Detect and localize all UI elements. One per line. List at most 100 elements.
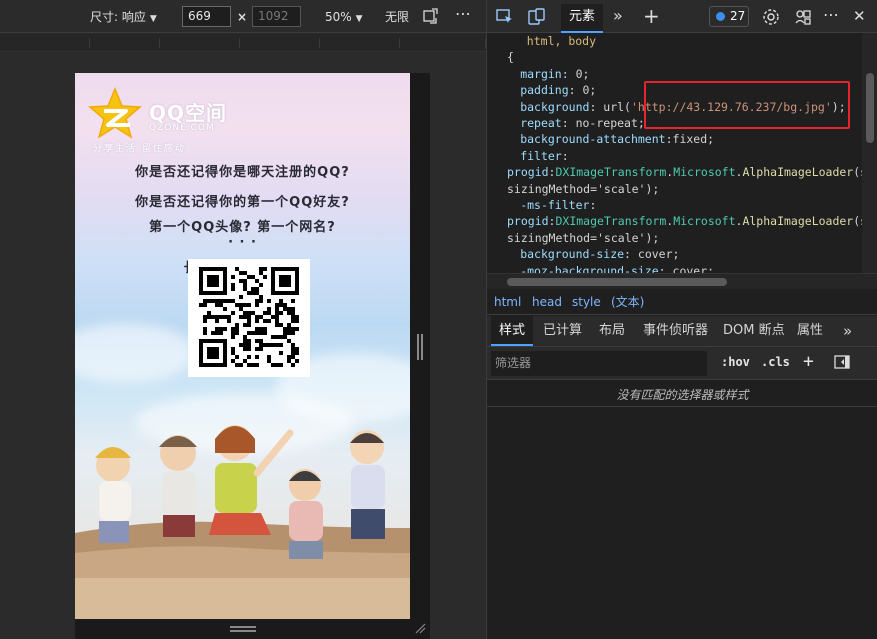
qzone-slogan: 分享生活 留住感动: [93, 144, 186, 154]
code-token: {: [507, 50, 514, 65]
more-tabs-icon[interactable]: »: [843, 316, 852, 346]
code-token: filter: [520, 148, 562, 163]
dimensions-dropdown[interactable]: 尺寸: 响应 ▼: [90, 7, 157, 27]
tab-computed[interactable]: 已计算: [543, 316, 582, 346]
code-line[interactable]: progid:DXImageTransform.Microsoft.AlphaI…: [507, 164, 862, 180]
code-token: AlphaImageLoader: [742, 214, 854, 229]
emulated-page-viewport[interactable]: QQ空间 QZONE.COM 分享生活 留住感动 你是否还记得你是哪天注册的QQ…: [75, 73, 410, 619]
code-line[interactable]: background-attachment:fixed;: [520, 131, 714, 147]
code-token: Microsoft: [673, 214, 736, 229]
code-token: Microsoft: [673, 165, 736, 180]
dimensions-label: 尺寸: 响应: [90, 10, 146, 24]
code-token: background-attachment: [520, 132, 666, 147]
code-line[interactable]: html, body: [527, 33, 596, 49]
ruler-segment: [400, 38, 486, 48]
customize-icon[interactable]: [793, 7, 813, 27]
more-options-icon[interactable]: ⋯: [455, 4, 471, 24]
code-line[interactable]: repeat: no-repeat;: [520, 115, 645, 131]
filter-input[interactable]: 筛选器: [491, 351, 707, 376]
code-token: background-size: [520, 247, 625, 262]
breadcrumb-text[interactable]: (文本): [611, 291, 644, 313]
device-toolbar: 尺寸: 响应 ▼ 669 × 1092 50% ▼ 无限 ⋯: [0, 0, 486, 33]
add-tab-icon[interactable]: +: [643, 6, 663, 27]
tab-styles[interactable]: 样式: [491, 316, 533, 346]
code-line[interactable]: sizingMethod='scale');: [507, 181, 659, 197]
no-matching-styles-message: 没有匹配的选择器或样式: [616, 388, 749, 402]
rotate-icon[interactable]: [422, 7, 440, 27]
tab-event-listeners[interactable]: 事件侦听器: [643, 316, 708, 346]
code-token: DXImageTransform: [555, 165, 667, 180]
code-token: DXImageTransform: [555, 214, 667, 229]
ruler-segment: [0, 38, 90, 48]
inspect-element-icon[interactable]: [495, 7, 515, 27]
breadcrumb-style[interactable]: style: [572, 291, 601, 313]
illustration-kids-on-wall: [75, 403, 410, 619]
code-line[interactable]: background-size: cover;: [520, 246, 679, 262]
settings-gear-icon[interactable]: [761, 7, 781, 27]
chevron-down-icon: ▼: [149, 14, 157, 24]
code-line[interactable]: -moz-background-size: cover;: [520, 263, 714, 273]
close-icon[interactable]: ✕: [853, 7, 873, 27]
code-token: : cover;: [658, 263, 715, 273]
scrollbar-thumb[interactable]: [507, 278, 727, 286]
hover-state-button[interactable]: :hov: [721, 355, 750, 369]
code-line[interactable]: sizingMethod='scale');: [507, 230, 659, 246]
scrollbar-thumb[interactable]: [866, 73, 874, 143]
tab-layout[interactable]: 布局: [599, 316, 625, 346]
throttling-dropdown[interactable]: 无限: [385, 7, 409, 27]
qzone-logo-title: QQ空间: [149, 101, 228, 125]
code-token: html, body: [526, 34, 597, 48]
breadcrumb: html head style (文本): [487, 291, 877, 315]
ruler-segment: [240, 38, 320, 48]
device-toolbar-toggle-icon[interactable]: [527, 7, 547, 27]
code-line[interactable]: filter:: [520, 148, 568, 164]
code-line[interactable]: {: [507, 49, 514, 65]
code-token: : url(: [589, 99, 631, 114]
width-input[interactable]: 669: [182, 6, 231, 27]
style-source-editor[interactable]: html, body { margin: 0; padding: 0; backgrou…: [487, 33, 862, 273]
times-sign: ×: [237, 10, 248, 24]
toggle-sidebar-icon[interactable]: [833, 353, 853, 373]
page-text-line: 你是否还记得你是哪天注册的QQ?: [135, 165, 350, 180]
breadcrumb-head[interactable]: head: [532, 291, 562, 313]
resize-handle-bottom[interactable]: [230, 626, 256, 632]
code-token: sizingMethod='scale');: [507, 230, 660, 245]
horizontal-scrollbar[interactable]: [487, 273, 877, 289]
page-text-line: 你是否还记得你的第一个QQ好友?: [135, 195, 350, 210]
page-text-line: · · ·: [228, 235, 257, 250]
issues-badge[interactable]: 27: [709, 6, 749, 27]
code-token: :: [589, 198, 597, 212]
code-token: progid: [507, 214, 549, 229]
issues-count: 27: [730, 9, 746, 23]
code-token: :fixed;: [665, 132, 715, 147]
cloud-decoration: [75, 323, 195, 383]
resize-handle-right[interactable]: [417, 334, 423, 360]
code-line[interactable]: margin: 0;: [520, 66, 589, 82]
zoom-dropdown[interactable]: 50% ▼: [325, 7, 363, 27]
breadcrumb-html[interactable]: html: [494, 291, 521, 313]
qr-code-image[interactable]: [188, 259, 310, 377]
code-line[interactable]: padding: 0;: [520, 82, 596, 98]
resize-corner-grip-icon[interactable]: [414, 622, 426, 634]
code-token: padding: [520, 83, 569, 98]
tab-properties[interactable]: 属性: [797, 316, 823, 346]
tab-dom-breakpoints[interactable]: DOM 断点: [723, 316, 785, 346]
code-token: sizingMethod='scale');: [507, 181, 660, 196]
more-options-icon[interactable]: ⋯: [823, 7, 843, 27]
media-query-bar[interactable]: [0, 34, 486, 52]
ruler-segment: [320, 38, 400, 48]
class-button[interactable]: .cls: [761, 355, 790, 369]
code-token: : 0;: [568, 83, 597, 98]
more-tabs-icon[interactable]: »: [613, 7, 633, 27]
code-token: : no-repeat;: [561, 116, 645, 130]
code-line[interactable]: progid:DXImageTransform.Microsoft.AlphaI…: [507, 213, 862, 229]
page-text-line: 第一个QQ头像? 第一个网名?: [149, 220, 336, 235]
new-style-rule-icon[interactable]: +: [803, 351, 814, 372]
code-line[interactable]: -ms-filter:: [520, 197, 596, 213]
height-input[interactable]: 1092: [252, 6, 301, 27]
code-token: :: [561, 148, 569, 163]
tab-elements[interactable]: 元素: [561, 4, 603, 33]
vertical-scrollbar[interactable]: [862, 33, 877, 273]
issues-icon: [716, 12, 725, 21]
divider: [487, 406, 877, 407]
